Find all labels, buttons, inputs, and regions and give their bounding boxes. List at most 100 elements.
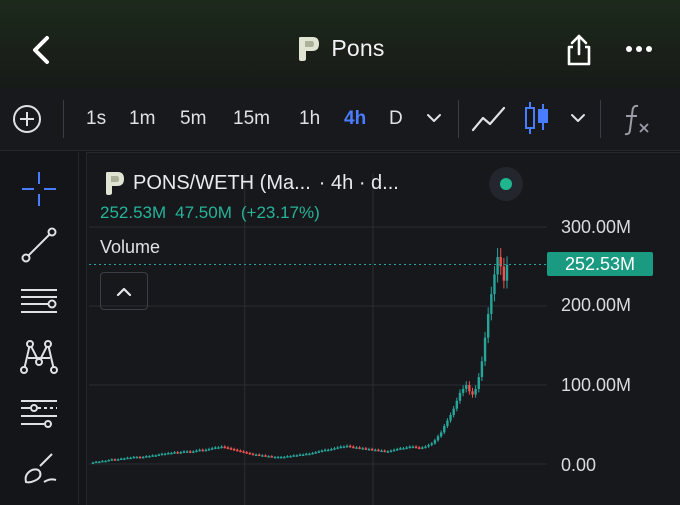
candle[interactable] <box>267 456 270 458</box>
candle[interactable] <box>217 447 220 449</box>
candle[interactable] <box>477 377 480 389</box>
candle[interactable] <box>120 458 123 460</box>
candle[interactable] <box>232 448 236 451</box>
candle[interactable] <box>129 457 132 460</box>
more-options-button[interactable] <box>620 36 660 62</box>
line-chart-icon[interactable] <box>470 102 508 134</box>
candle[interactable] <box>254 454 258 457</box>
candle[interactable] <box>490 294 493 314</box>
candle[interactable] <box>330 448 333 451</box>
candle[interactable] <box>355 447 358 449</box>
candle[interactable] <box>474 388 477 395</box>
candle[interactable] <box>374 449 377 452</box>
candle[interactable] <box>377 449 380 452</box>
candle[interactable] <box>289 456 292 458</box>
candle[interactable] <box>396 448 399 451</box>
candlestick-icon[interactable] <box>522 98 552 138</box>
candle[interactable] <box>113 459 117 461</box>
add-indicator-button[interactable] <box>11 103 43 135</box>
candle[interactable] <box>417 447 421 449</box>
collapse-indicators-button[interactable] <box>100 272 148 310</box>
candle[interactable] <box>414 446 418 449</box>
candle[interactable] <box>327 449 330 452</box>
candle[interactable] <box>135 456 139 459</box>
timeframe-1s[interactable]: 1s <box>86 106 106 132</box>
candle[interactable] <box>154 455 157 457</box>
candle[interactable] <box>261 455 264 457</box>
candle[interactable] <box>458 392 462 401</box>
candle[interactable] <box>439 432 443 437</box>
fib-levels-icon[interactable] <box>18 392 60 434</box>
candle[interactable] <box>333 448 336 450</box>
candle[interactable] <box>386 451 390 453</box>
candle[interactable] <box>264 455 267 457</box>
candle[interactable] <box>301 454 305 457</box>
candle[interactable] <box>348 445 352 448</box>
candle[interactable] <box>204 449 208 452</box>
candle[interactable] <box>138 456 142 459</box>
candle[interactable] <box>452 408 455 416</box>
candle[interactable] <box>499 257 502 267</box>
function-icon[interactable] <box>620 100 654 138</box>
pattern-icon[interactable] <box>18 336 60 378</box>
candle[interactable] <box>443 426 446 433</box>
candle[interactable] <box>486 313 490 338</box>
candle[interactable] <box>339 446 342 449</box>
candle[interactable] <box>468 385 471 392</box>
candle[interactable] <box>185 451 189 453</box>
candle[interactable] <box>424 446 427 449</box>
candle[interactable] <box>123 458 126 460</box>
candle[interactable] <box>449 415 452 421</box>
candle[interactable] <box>342 446 346 449</box>
candle[interactable] <box>207 448 211 451</box>
candle[interactable] <box>502 266 506 281</box>
candle[interactable] <box>505 264 509 281</box>
candle[interactable] <box>160 453 164 456</box>
candle[interactable] <box>402 448 405 450</box>
candle[interactable] <box>163 453 167 456</box>
candle[interactable] <box>411 446 415 449</box>
candle[interactable] <box>430 443 433 446</box>
candle[interactable] <box>367 448 371 451</box>
candle[interactable] <box>141 456 145 459</box>
timeframe-d[interactable]: D <box>389 106 403 132</box>
candle[interactable] <box>399 448 402 450</box>
candle[interactable] <box>195 450 198 453</box>
candle[interactable] <box>427 445 430 447</box>
candle[interactable] <box>471 391 474 395</box>
candle[interactable] <box>223 446 226 449</box>
candle[interactable] <box>286 456 289 458</box>
candle[interactable] <box>433 440 437 444</box>
candle[interactable] <box>392 449 396 452</box>
candle[interactable] <box>336 447 339 449</box>
candle[interactable] <box>314 452 317 454</box>
candle[interactable] <box>405 447 408 449</box>
timeframe-1h[interactable]: 1h <box>299 106 320 132</box>
candle[interactable] <box>151 455 154 457</box>
candle[interactable] <box>361 448 364 450</box>
candle[interactable] <box>214 447 217 449</box>
candle[interactable] <box>364 448 368 450</box>
candle[interactable] <box>352 446 355 449</box>
candle[interactable] <box>295 455 299 457</box>
candle[interactable] <box>116 459 120 461</box>
candle[interactable] <box>305 453 308 456</box>
timeframe-1m[interactable]: 1m <box>129 106 155 132</box>
candle[interactable] <box>101 460 104 463</box>
candle[interactable] <box>380 450 383 453</box>
candle[interactable] <box>455 400 459 409</box>
candle[interactable] <box>436 436 440 441</box>
candle[interactable] <box>94 461 98 464</box>
candle[interactable] <box>242 451 245 453</box>
candle[interactable] <box>421 447 424 449</box>
candle[interactable] <box>496 257 499 275</box>
candle[interactable] <box>320 450 324 453</box>
candle[interactable] <box>167 452 170 455</box>
candle[interactable] <box>210 448 214 450</box>
candle[interactable] <box>179 452 183 454</box>
timeframe-15m[interactable]: 15m <box>233 106 270 132</box>
candle[interactable] <box>157 454 161 457</box>
chevron-down-icon[interactable] <box>424 108 444 128</box>
candle[interactable] <box>345 445 349 448</box>
candle[interactable] <box>248 452 252 455</box>
